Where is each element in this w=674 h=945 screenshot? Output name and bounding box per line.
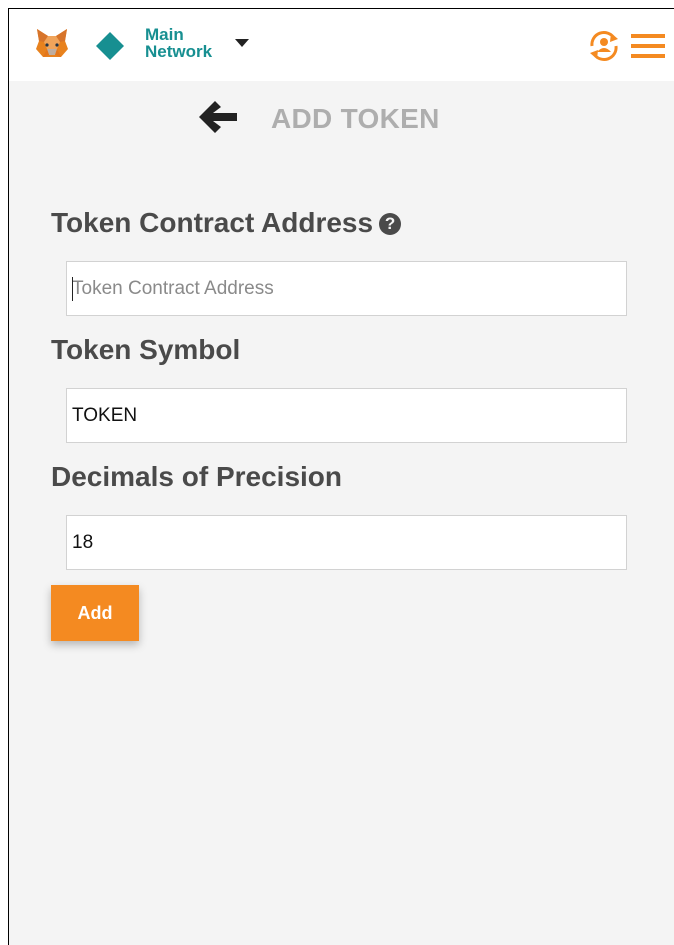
text-cursor	[72, 277, 73, 301]
network-name-line2: Network	[145, 42, 213, 61]
account-switch-icon[interactable]	[587, 29, 621, 63]
top-bar: Main Network	[9, 9, 674, 81]
add-token-button[interactable]: Add	[51, 585, 139, 641]
metamask-fox-icon[interactable]	[35, 27, 69, 59]
token-symbol-input[interactable]	[66, 388, 627, 443]
caret-down-icon[interactable]	[235, 39, 249, 48]
decimals-label: Decimals of Precision	[51, 461, 343, 492]
hamburger-menu-icon[interactable]	[631, 34, 665, 59]
network-name-line1: Main	[145, 25, 184, 44]
contract-address-label: Token Contract Address?	[51, 207, 402, 239]
app-frame: Main Network ADD TOKEN Token Contract Ad…	[8, 8, 674, 945]
arrow-left-icon[interactable]	[199, 101, 237, 133]
token-symbol-label: Token Symbol	[51, 334, 241, 365]
page-header: ADD TOKEN	[9, 99, 674, 143]
network-name[interactable]: Main Network	[145, 26, 212, 60]
decimals-input[interactable]	[66, 515, 627, 570]
network-diamond-icon[interactable]	[95, 31, 125, 61]
contract-address-label-text: Token Contract Address	[51, 207, 374, 238]
contract-address-input[interactable]	[66, 261, 627, 316]
question-circle-icon[interactable]: ?	[379, 213, 402, 235]
page-title: ADD TOKEN	[271, 103, 440, 134]
